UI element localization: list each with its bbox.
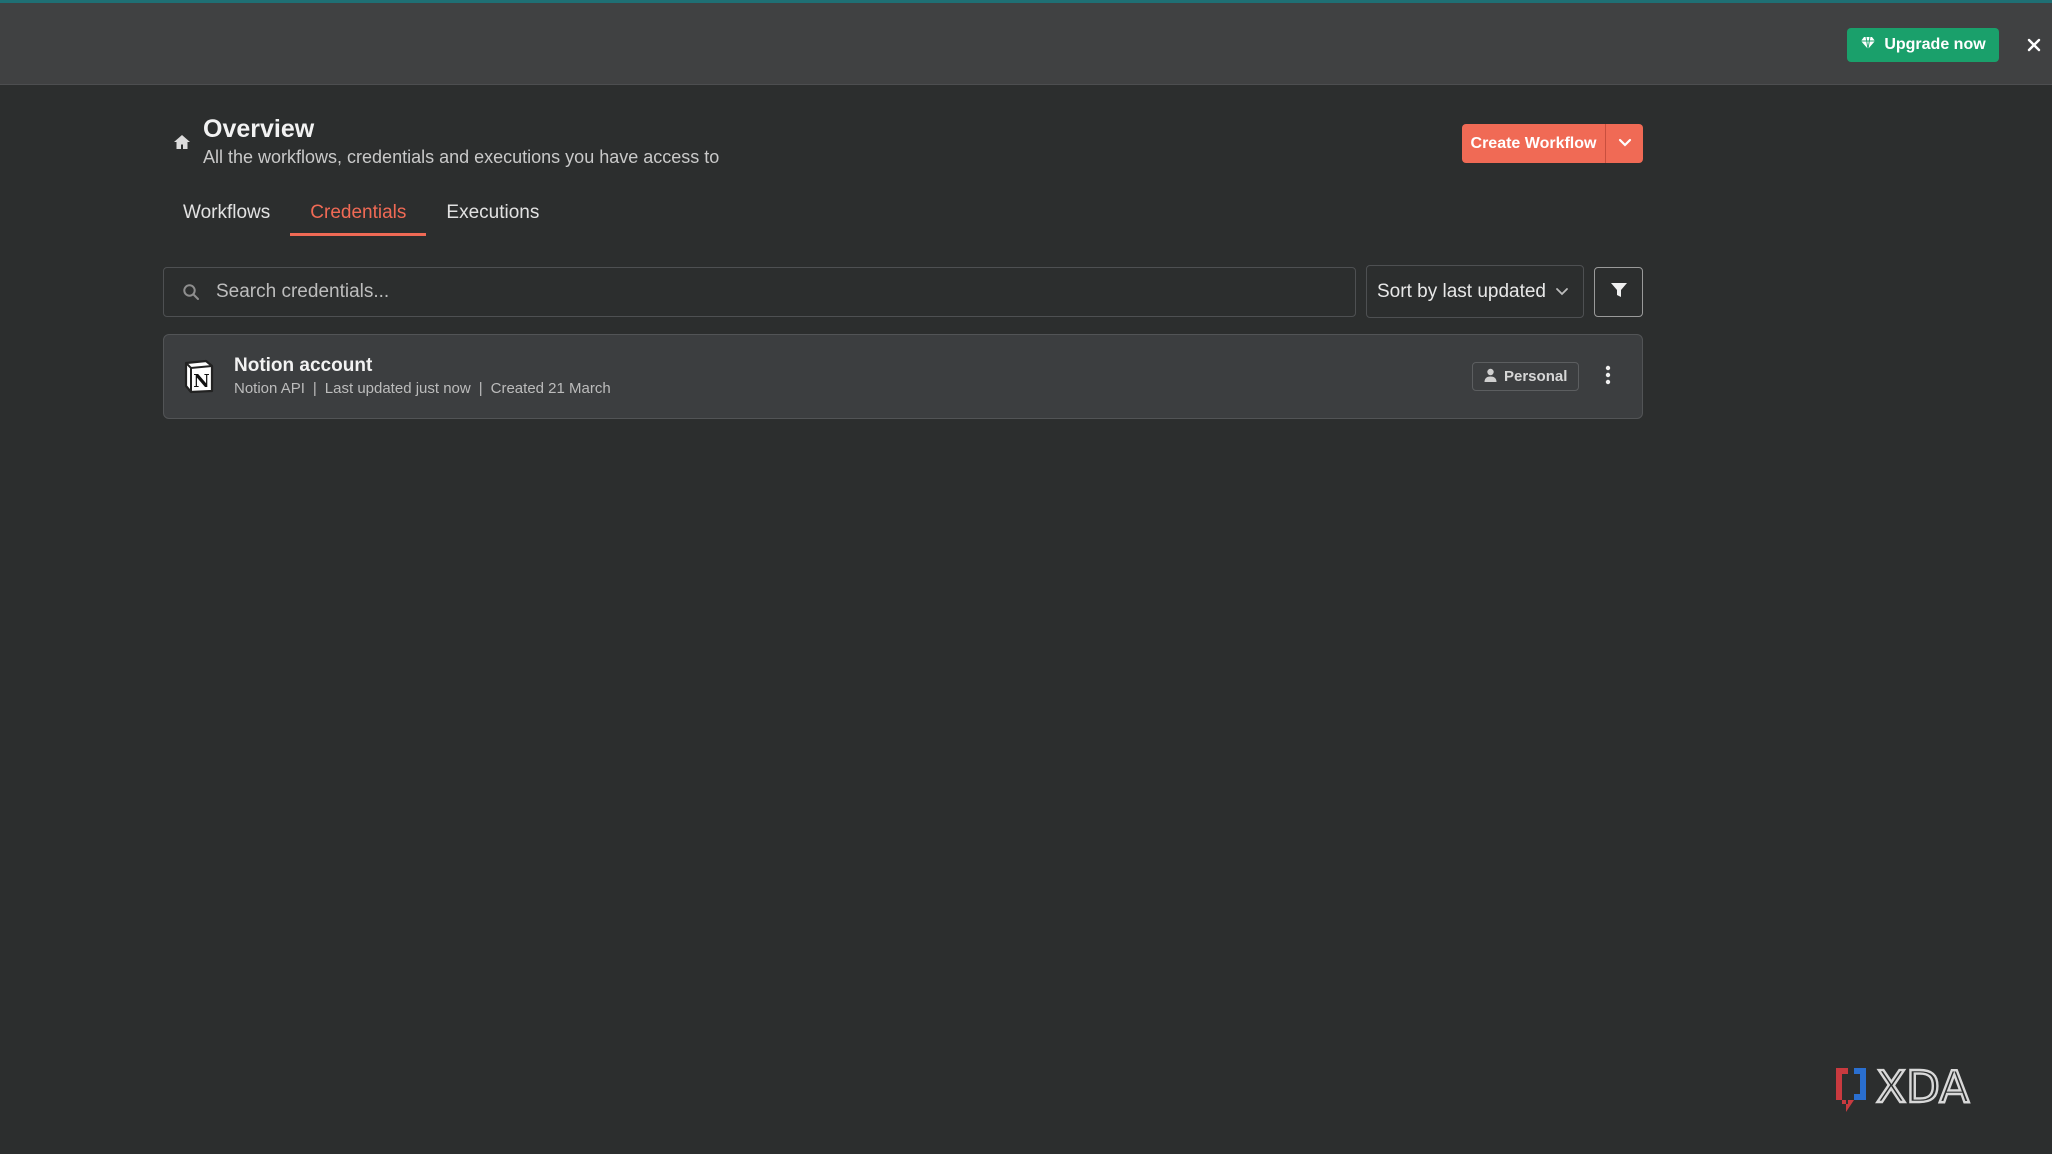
more-vertical-icon [1605,365,1611,390]
svg-text:N: N [193,371,209,392]
page-subtitle: All the workflows, credentials and execu… [203,147,720,167]
credential-name: Notion account [234,355,373,376]
separator: | [478,380,483,397]
create-workflow-button[interactable]: Create Workflow [1462,124,1606,163]
create-workflow-dropdown-button[interactable] [1606,124,1643,163]
credential-created: Created 21 March [490,380,611,397]
credential-type: Notion API [234,380,305,397]
search-credentials-input[interactable] [214,280,1355,304]
watermark-text: XDA [1876,1062,1969,1113]
credential-meta: Notion API | Last updated just now | Cre… [234,380,611,397]
upgrade-now-label: Upgrade now [1884,36,1986,53]
personal-badge: Personal [1472,362,1580,391]
credential-card[interactable]: N Notion account Notion API | Last updat… [163,334,1643,419]
xda-watermark: XDA [1828,1060,2022,1120]
gem-icon [1860,35,1876,56]
credential-actions-button[interactable] [1596,363,1620,391]
home-icon [172,132,192,152]
credential-updated: Last updated just now [324,380,471,397]
separator: | [312,380,317,397]
filter-button[interactable] [1594,267,1643,317]
page-title: Overview [203,115,315,143]
create-workflow-group: Create Workflow [1462,124,1643,163]
filter-icon [1610,281,1628,304]
sort-select[interactable]: Sort by last updated [1366,265,1584,318]
close-icon [2027,38,2041,57]
personal-badge-label: Personal [1504,368,1568,385]
tab-workflows[interactable]: Workflows [163,196,290,236]
tab-credentials[interactable]: Credentials [290,196,427,236]
notion-logo-icon: N [182,358,216,394]
user-icon [1484,368,1497,386]
sort-select-value: Sort by last updated [1377,280,1546,302]
search-icon [182,283,200,301]
upgrade-now-button[interactable]: Upgrade now [1847,28,1999,62]
close-banner-button[interactable] [2020,33,2048,61]
chevron-down-icon [1618,135,1632,153]
chevron-down-icon [1555,281,1569,303]
search-box [163,267,1356,317]
tab-executions[interactable]: Executions [426,196,559,236]
top-banner: Upgrade now [0,0,2052,85]
overview-tabs: Workflows Credentials Executions [163,196,559,236]
